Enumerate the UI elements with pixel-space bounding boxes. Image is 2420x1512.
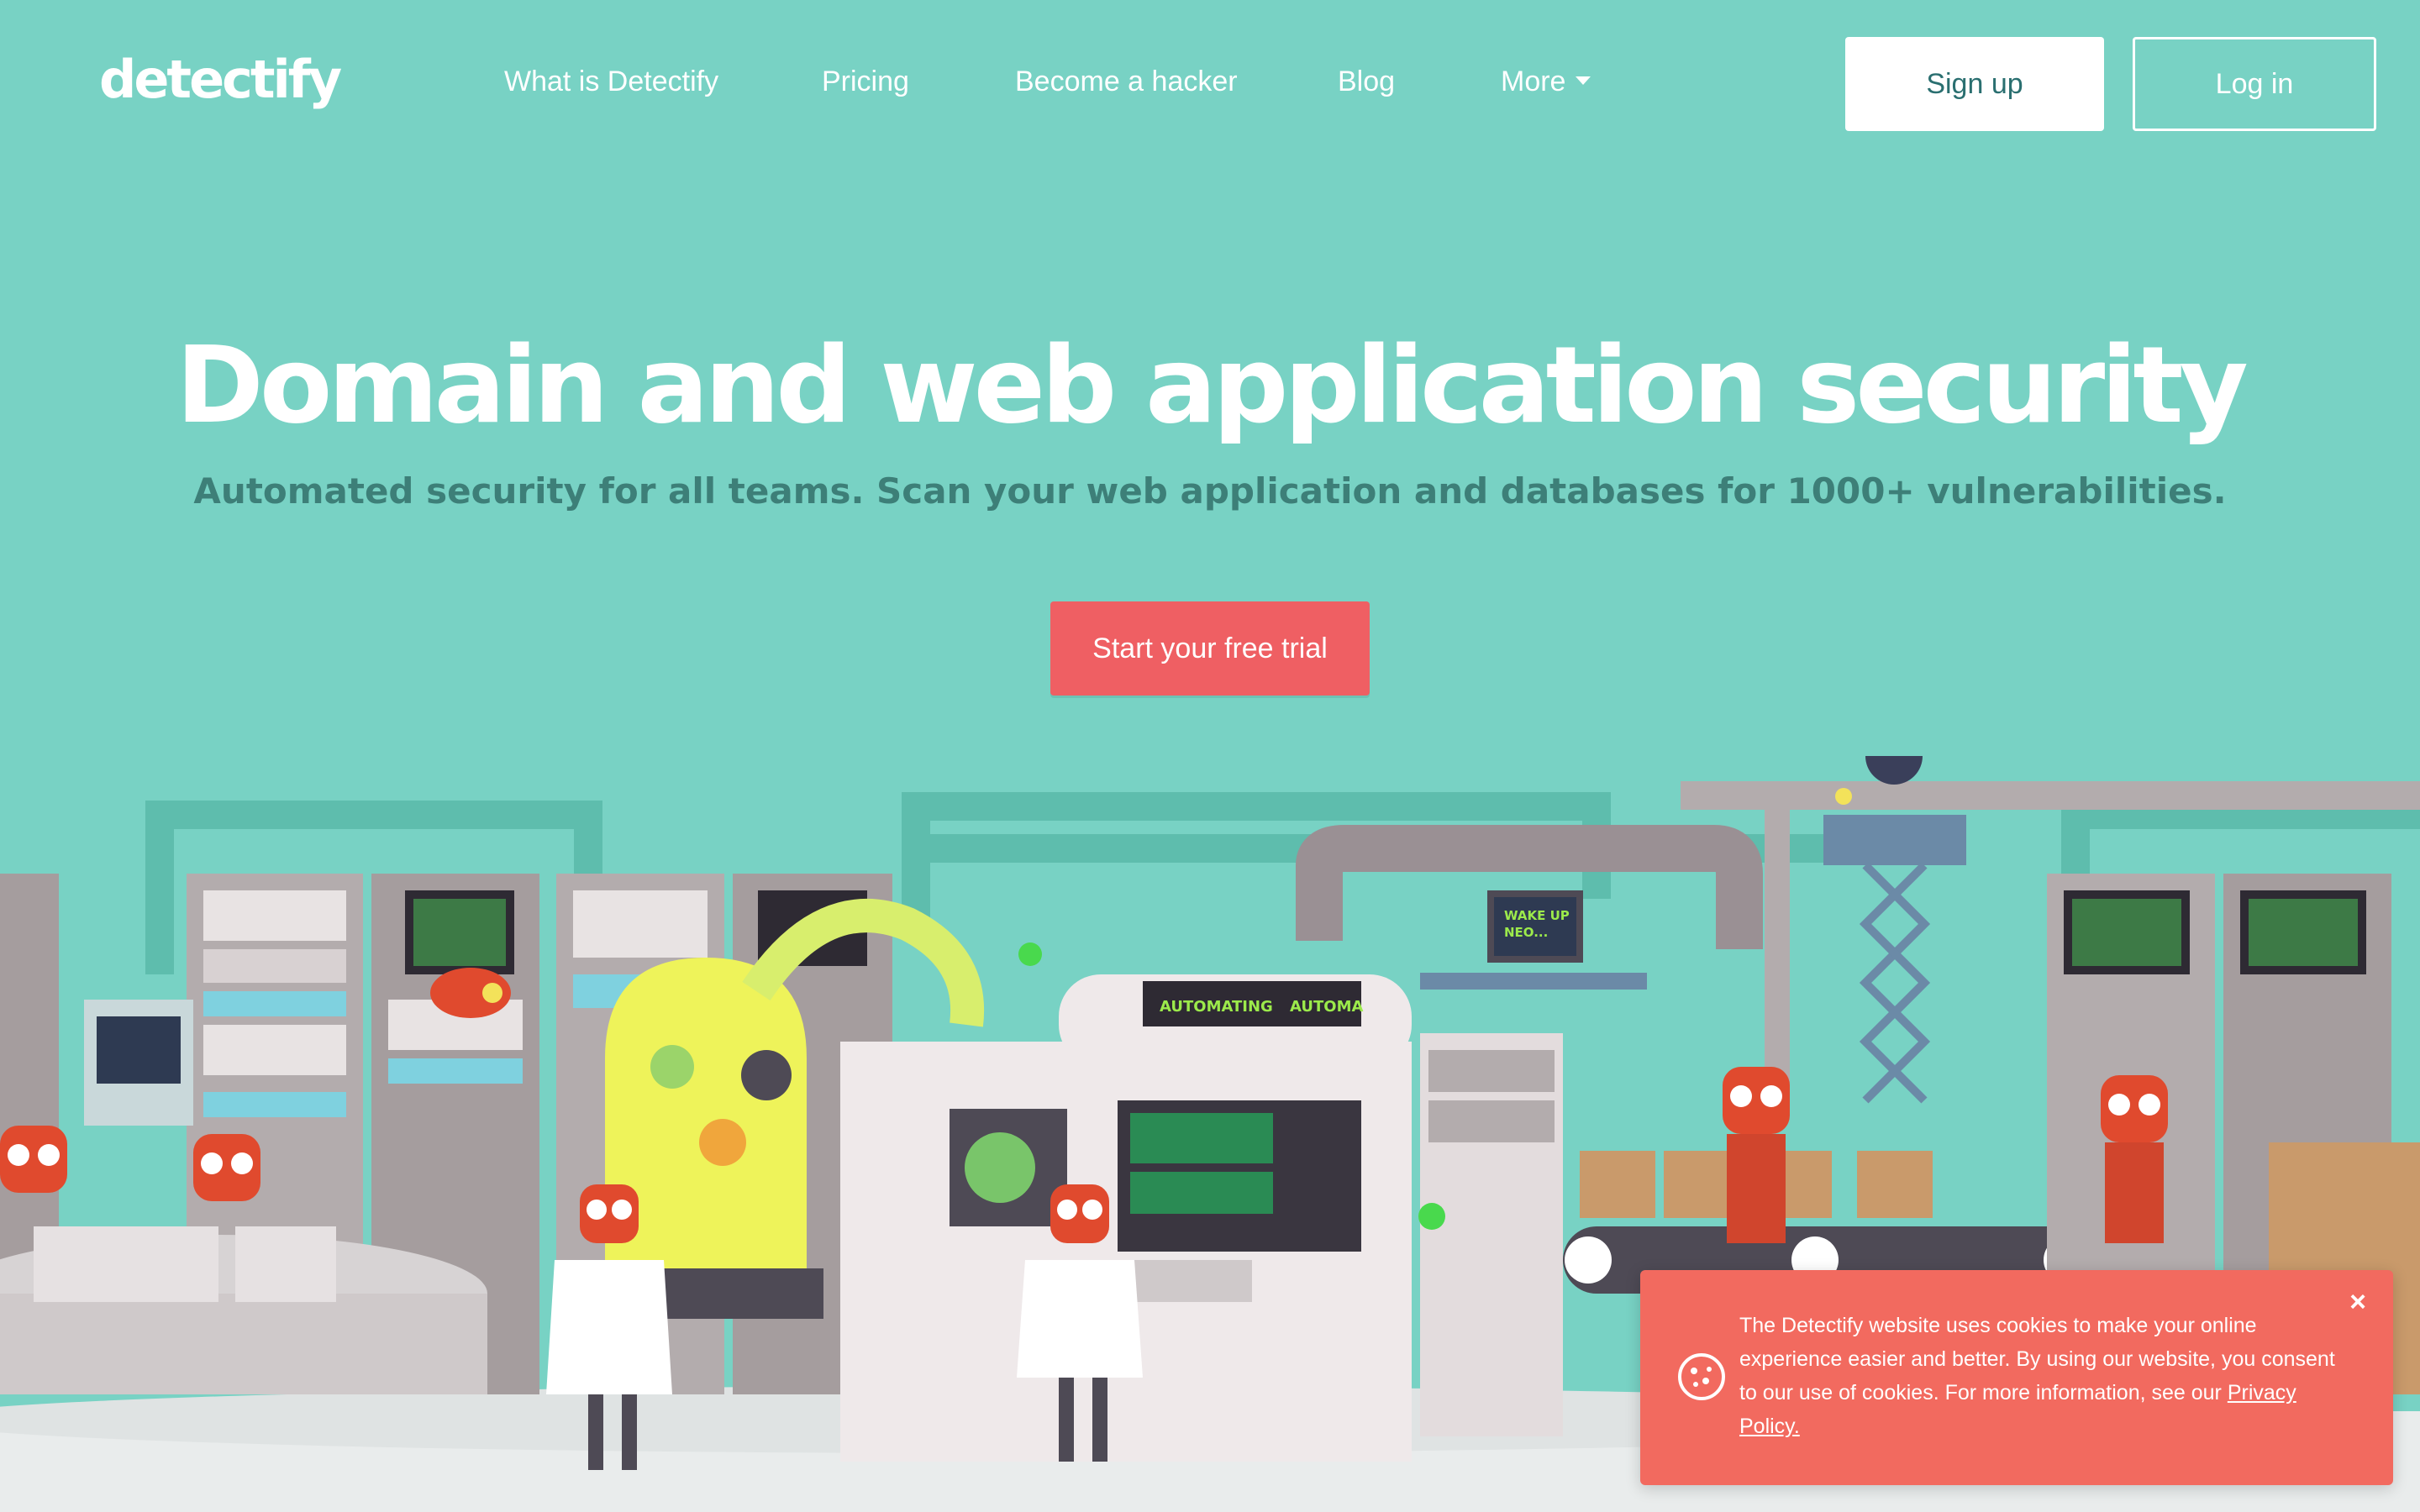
start-free-trial-button[interactable]: Start your free trial <box>1050 601 1370 696</box>
hero-title: Domain and web application security <box>176 323 2249 447</box>
nav-more-dropdown[interactable]: More <box>1501 66 1591 98</box>
top-navigation: detectify What is Detectify Pricing Beco… <box>0 0 2420 168</box>
nav-link-blog[interactable]: Blog <box>1338 66 1395 98</box>
nav-link-pricing[interactable]: Pricing <box>822 66 909 98</box>
cookie-consent-banner: × The Detectify website uses cookies to … <box>1640 1270 2393 1485</box>
detectify-logo[interactable]: detectify <box>99 49 342 110</box>
close-icon[interactable]: × <box>2341 1285 2375 1319</box>
automating-screen-text-2: AUTOMA <box>1290 998 1363 1016</box>
hero-subtitle: Automated security for all teams. Scan y… <box>193 470 2227 512</box>
nav-link-become-a-hacker[interactable]: Become a hacker <box>1015 66 1238 98</box>
robot-operators-left <box>0 1126 260 1201</box>
automating-screen-text: AUTOMATING <box>1160 998 1273 1016</box>
sign-up-button[interactable]: Sign up <box>1845 37 2104 131</box>
wake-up-monitor-line-2: NEO... <box>1504 925 1548 940</box>
caret-down-icon <box>1576 76 1591 86</box>
robot-worker-conveyor <box>1723 1067 1790 1243</box>
flying-drone-robot <box>430 968 511 1018</box>
nav-more-label: More <box>1501 66 1566 97</box>
central-machine: AUTOMATING AUTOMA <box>840 974 1412 1462</box>
cookie-icon <box>1678 1353 1725 1400</box>
cookie-banner-text: The Detectify website uses cookies to ma… <box>1739 1309 2344 1443</box>
robot-worker-right <box>2101 1075 2168 1243</box>
log-in-button[interactable]: Log in <box>2133 37 2376 131</box>
right-machine <box>1420 1033 1563 1436</box>
overhead-pipes: WAKE UP NEO... <box>1296 825 1763 990</box>
nav-link-what-is-detectify[interactable]: What is Detectify <box>504 66 718 98</box>
wake-up-monitor-line-1: WAKE UP <box>1504 908 1570 923</box>
